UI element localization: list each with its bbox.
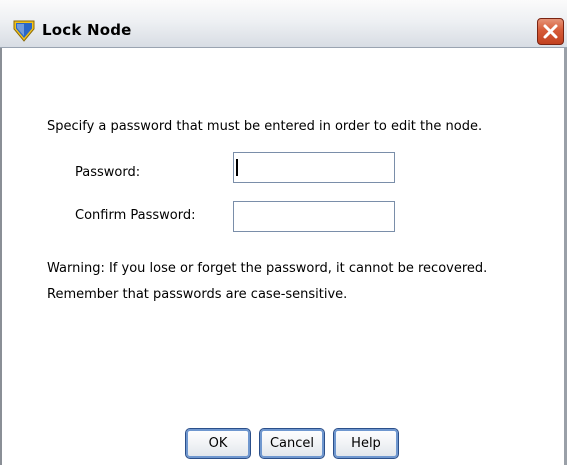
confirm-password-label: Confirm Password: [75, 208, 196, 223]
case-sensitive-note: Remember that passwords are case-sensiti… [47, 287, 348, 302]
warning-text: Warning: If you lose or forget the passw… [47, 261, 488, 276]
ok-button[interactable]: OK [185, 428, 251, 459]
instruction-text: Specify a password that must be entered … [47, 119, 483, 134]
text-cursor [236, 159, 238, 176]
confirm-password-field[interactable] [233, 201, 395, 232]
title-bar[interactable]: Lock Node [0, 0, 567, 48]
lock-node-dialog: Lock Node Specify a password that must b… [0, 0, 567, 465]
password-label: Password: [75, 165, 141, 180]
password-field[interactable] [233, 152, 395, 183]
window-frame-left [0, 48, 2, 465]
close-button[interactable] [537, 18, 564, 45]
shield-icon [12, 20, 36, 42]
dialog-title: Lock Node [42, 21, 132, 39]
cancel-button[interactable]: Cancel [259, 428, 325, 459]
help-button[interactable]: Help [333, 428, 399, 459]
close-icon [543, 24, 558, 39]
